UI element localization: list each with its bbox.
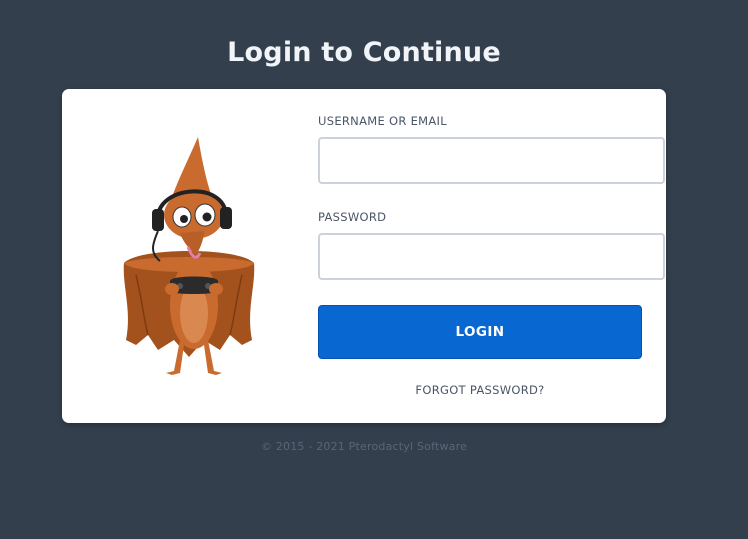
forgot-password-link[interactable]: FORGOT PASSWORD?	[318, 383, 642, 397]
password-input[interactable]	[318, 233, 665, 280]
login-card: USERNAME OR EMAIL PASSWORD LOGIN FORGOT …	[62, 89, 666, 423]
password-label: PASSWORD	[318, 210, 387, 224]
login-page: Login to Continue USERNAME OR EMAIL PASS…	[0, 0, 748, 539]
page-title: Login to Continue	[227, 37, 501, 68]
pterodactyl-mascot-icon	[123, 137, 255, 375]
username-label: USERNAME OR EMAIL	[318, 114, 447, 128]
username-input[interactable]	[318, 137, 665, 184]
login-button[interactable]: LOGIN	[318, 305, 642, 359]
footer-copyright: © 2015 - 2021 Pterodactyl Software	[260, 440, 468, 453]
